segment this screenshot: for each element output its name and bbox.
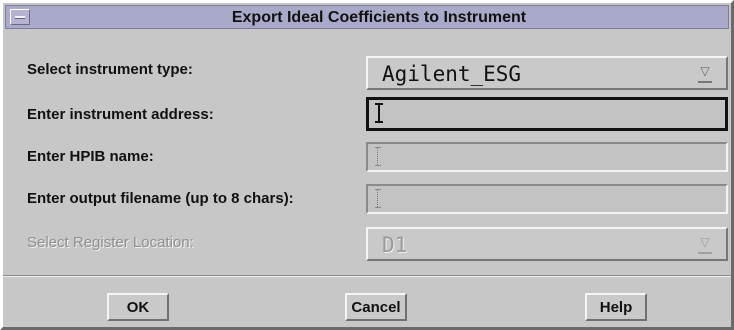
output-filename-field-frame xyxy=(366,184,728,214)
window-menu-button[interactable] xyxy=(10,9,30,25)
output-filename-label: Enter output filename (up to 8 chars): xyxy=(27,190,294,207)
option-menu-indicator-icon: ▽ xyxy=(698,65,712,83)
instrument-type-value: Agilent_ESG xyxy=(382,62,522,86)
register-location-value: D1 xyxy=(382,233,408,257)
option-menu-indicator-icon: ▽ xyxy=(698,236,712,254)
hpib-name-label: Enter HPIB name: xyxy=(27,148,154,165)
button-separator xyxy=(3,275,731,277)
window-menu-icon xyxy=(15,16,25,19)
cancel-button[interactable]: Cancel xyxy=(345,293,407,321)
register-location-option-menu: D1 ▽ xyxy=(366,227,728,261)
instrument-address-input[interactable] xyxy=(369,100,725,128)
export-dialog: Export Ideal Coefficients to Instrument … xyxy=(0,0,734,330)
ok-button[interactable]: OK xyxy=(107,293,169,321)
dialog-title: Export Ideal Coefficients to Instrument xyxy=(231,9,527,26)
instrument-address-field-frame xyxy=(366,97,728,131)
instrument-type-option-menu[interactable]: Agilent_ESG ▽ xyxy=(366,56,728,90)
hpib-name-field-frame xyxy=(366,142,728,172)
instrument-address-label: Enter instrument address: xyxy=(27,106,214,123)
title-bar[interactable]: Export Ideal Coefficients to Instrument xyxy=(5,5,729,29)
instrument-type-label: Select instrument type: xyxy=(27,61,193,78)
output-filename-input[interactable] xyxy=(368,186,726,212)
register-location-label: Select Register Location: xyxy=(27,234,194,251)
hpib-name-input[interactable] xyxy=(368,144,726,170)
help-button[interactable]: Help xyxy=(585,293,647,321)
